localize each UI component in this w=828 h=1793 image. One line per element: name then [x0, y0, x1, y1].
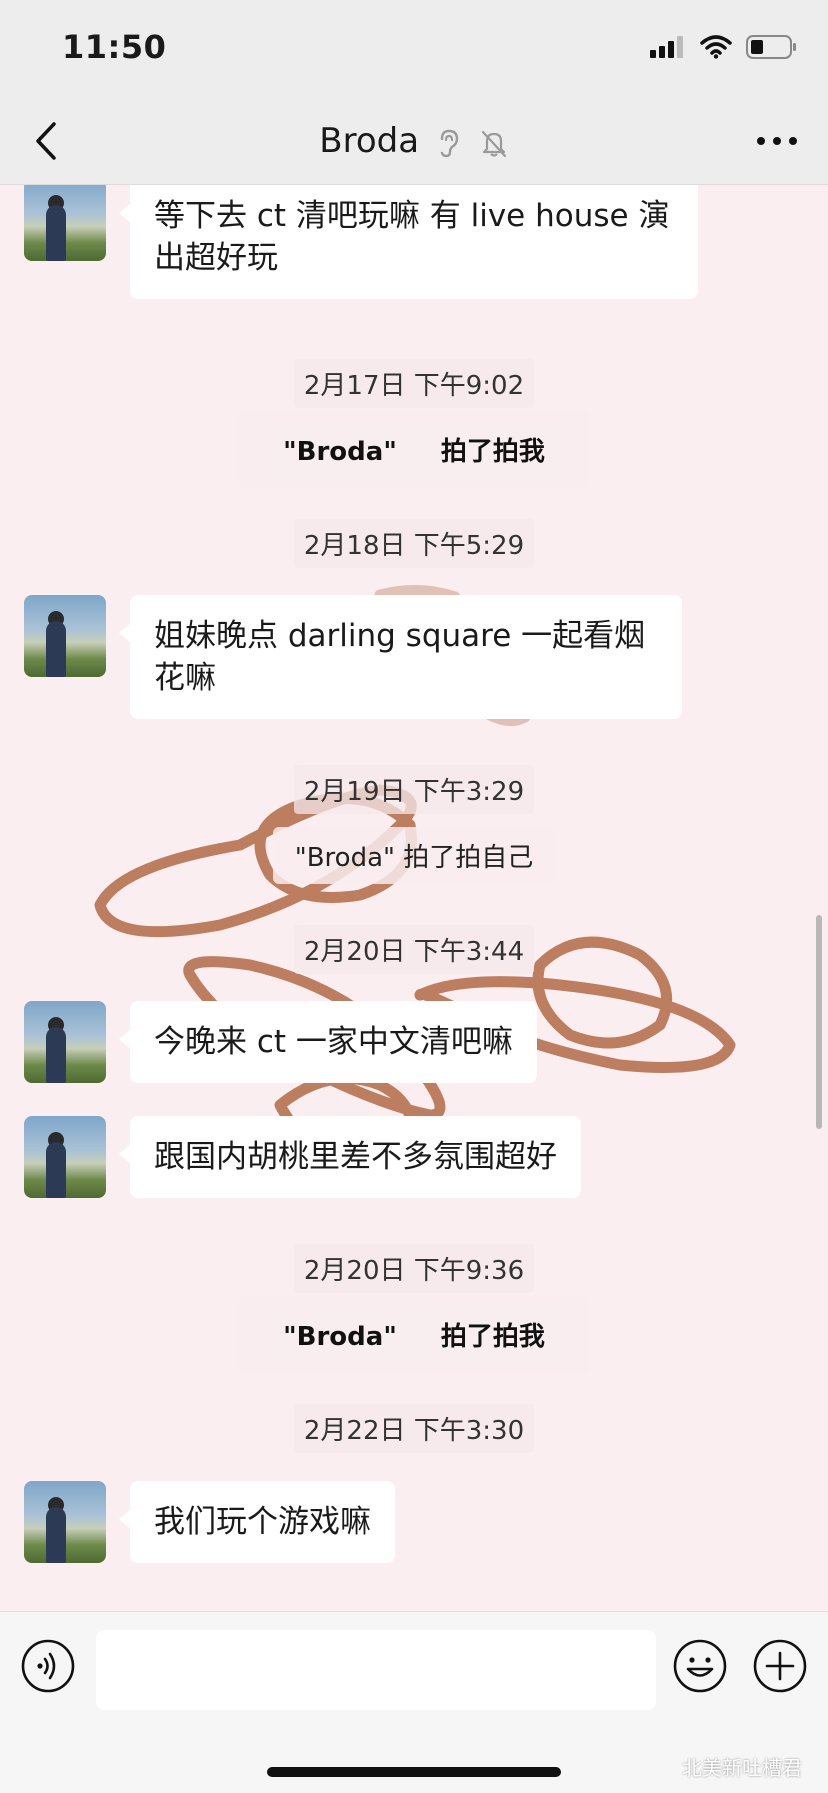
timestamp: 2月22日 下午3:30 [0, 1404, 828, 1453]
mute-bell-icon [481, 130, 506, 157]
message-bubble[interactable]: 今晚来 ct 一家中文清吧嘛 [119, 1001, 537, 1083]
timestamp: 2月18日 下午5:29 [0, 519, 828, 568]
message-text: 我们玩个游戏嘛 [154, 1504, 371, 1540]
message-input[interactable] [96, 1630, 656, 1710]
timestamp: 2月20日 下午3:44 [0, 925, 828, 974]
avatar[interactable] [24, 185, 106, 261]
timestamp: 2月20日 下午9:36 [0, 1244, 828, 1293]
chat-title: Broda [319, 121, 420, 161]
message-bubble[interactable]: 跟国内胡桃里差不多氛围超好 [119, 1116, 581, 1198]
status-time: 11:50 [62, 28, 167, 66]
ear-icon [440, 129, 459, 157]
timestamp: 2月17日 下午9:02 [0, 359, 828, 408]
message-text: 出超好玩 [154, 240, 278, 276]
home-indicator[interactable] [267, 1767, 561, 1777]
watermark: 北美新吐槽君 [682, 1756, 802, 1780]
message-bubble[interactable]: 等下去 ct 清吧玩嘛 有 live house 演 出超好玩 [119, 185, 698, 299]
scroll-indicator[interactable] [816, 915, 822, 1129]
message-text: 等下去 ct 清吧玩嘛 有 live house 演 [154, 198, 670, 234]
more-icon[interactable] [754, 126, 800, 156]
pat-text: "Broda" 拍了拍自己 [272, 827, 556, 884]
message-text: 跟国内胡桃里差不多氛围超好 [154, 1139, 557, 1175]
message-text: 花嘛 [154, 660, 216, 696]
pat-notice: "Broda" 拍了拍我 [0, 1296, 828, 1373]
pat-name: "Broda" [261, 1312, 419, 1362]
status-icons [650, 34, 798, 60]
chat-area[interactable]: 等下去 ct 清吧玩嘛 有 live house 演 出超好玩 2月17日 下午… [0, 185, 828, 1611]
chat-header: Broda [0, 100, 828, 185]
signal-icon [650, 36, 683, 58]
message-text: 姐妹晚点 darling square 一起看烟 [154, 618, 646, 654]
pat-notice: "Broda" 拍了拍我 [0, 411, 828, 488]
battery-icon [746, 35, 796, 59]
avatar[interactable] [24, 595, 106, 677]
avatar[interactable] [24, 1116, 106, 1198]
pat-action: 拍了拍我 [418, 421, 567, 478]
message-text: 今晚来 ct 一家中文清吧嘛 [154, 1024, 513, 1060]
chat-title-wrap: Broda [0, 118, 828, 164]
avatar[interactable] [24, 1001, 106, 1083]
wifi-icon [700, 35, 732, 59]
pat-name: "Broda" [261, 427, 419, 477]
plus-icon[interactable] [752, 1638, 808, 1694]
timestamp: 2月19日 下午3:29 [0, 765, 828, 814]
message-bubble[interactable]: 我们玩个游戏嘛 [119, 1481, 395, 1563]
emoji-icon[interactable] [672, 1638, 728, 1694]
avatar[interactable] [24, 1481, 106, 1563]
status-bar: 11:50 [0, 0, 828, 100]
pat-action: 拍了拍我 [418, 1306, 567, 1363]
voice-icon[interactable] [20, 1638, 76, 1694]
message-bubble[interactable]: 姐妹晚点 darling square 一起看烟 花嘛 [119, 595, 682, 719]
pat-notice: "Broda" 拍了拍自己 [0, 827, 828, 884]
